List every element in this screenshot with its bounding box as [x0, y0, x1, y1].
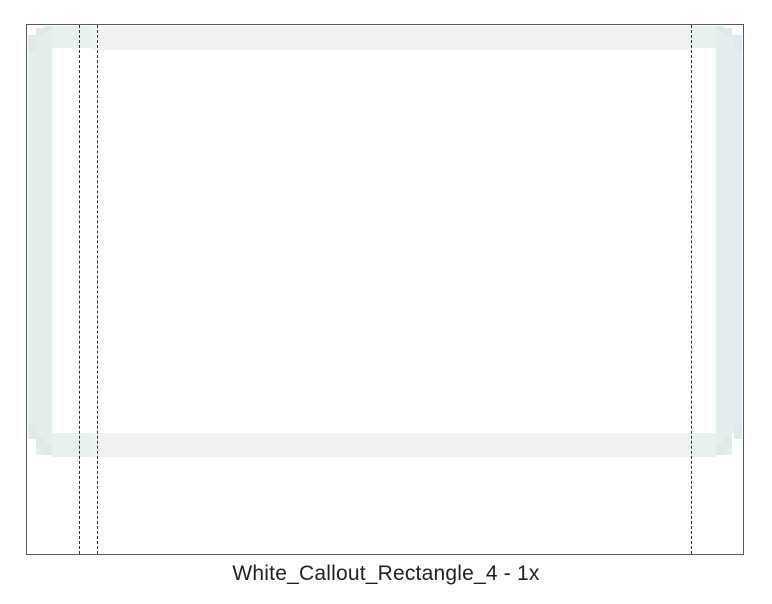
asset-preview-frame — [26, 24, 744, 555]
callout-body — [52, 50, 692, 433]
asset-caption: White_Callout_Rectangle_4 - 1x — [232, 562, 540, 585]
callout-rectangle-image — [28, 26, 742, 457]
slice-guide-left-outer[interactable] — [79, 25, 80, 554]
slice-guide-right[interactable] — [691, 25, 692, 554]
slice-guide-left-inner[interactable] — [97, 25, 98, 554]
